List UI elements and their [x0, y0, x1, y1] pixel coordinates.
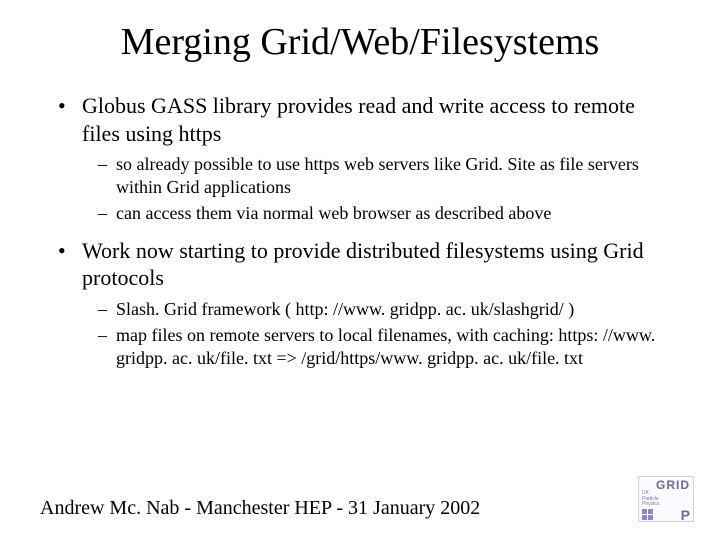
bullet-item: Globus GASS library provides read and wr… [58, 92, 670, 225]
gridpp-logo: GRID UK Particle Physics P [638, 476, 694, 522]
sub-bullet-item: map files on remote servers to local fil… [98, 324, 670, 369]
slide-footer: Andrew Mc. Nab - Manchester HEP - 31 Jan… [40, 497, 480, 520]
bullet-list: Globus GASS library provides read and wr… [40, 92, 680, 369]
bullet-text: Work now starting to provide distributed… [82, 238, 644, 291]
bullet-text: Globus GASS library provides read and wr… [82, 93, 635, 146]
logo-p-text: P [681, 508, 690, 522]
logo-squares-icon [642, 509, 653, 520]
sub-bullet-list: Slash. Grid framework ( http: //www. gri… [82, 298, 670, 370]
logo-bottom: P [642, 508, 690, 522]
sub-bullet-item: can access them via normal web browser a… [98, 202, 670, 225]
slide-title: Merging Grid/Web/Filesystems [40, 20, 680, 64]
slide: Merging Grid/Web/Filesystems Globus GASS… [0, 0, 720, 540]
bullet-item: Work now starting to provide distributed… [58, 237, 670, 370]
sub-bullet-item: Slash. Grid framework ( http: //www. gri… [98, 298, 670, 321]
logo-mid-text: UK Particle Physics [642, 491, 690, 508]
sub-bullet-item: so already possible to use https web ser… [98, 153, 670, 198]
sub-bullet-list: so already possible to use https web ser… [82, 153, 670, 225]
logo-grid-text: GRID [642, 479, 690, 491]
